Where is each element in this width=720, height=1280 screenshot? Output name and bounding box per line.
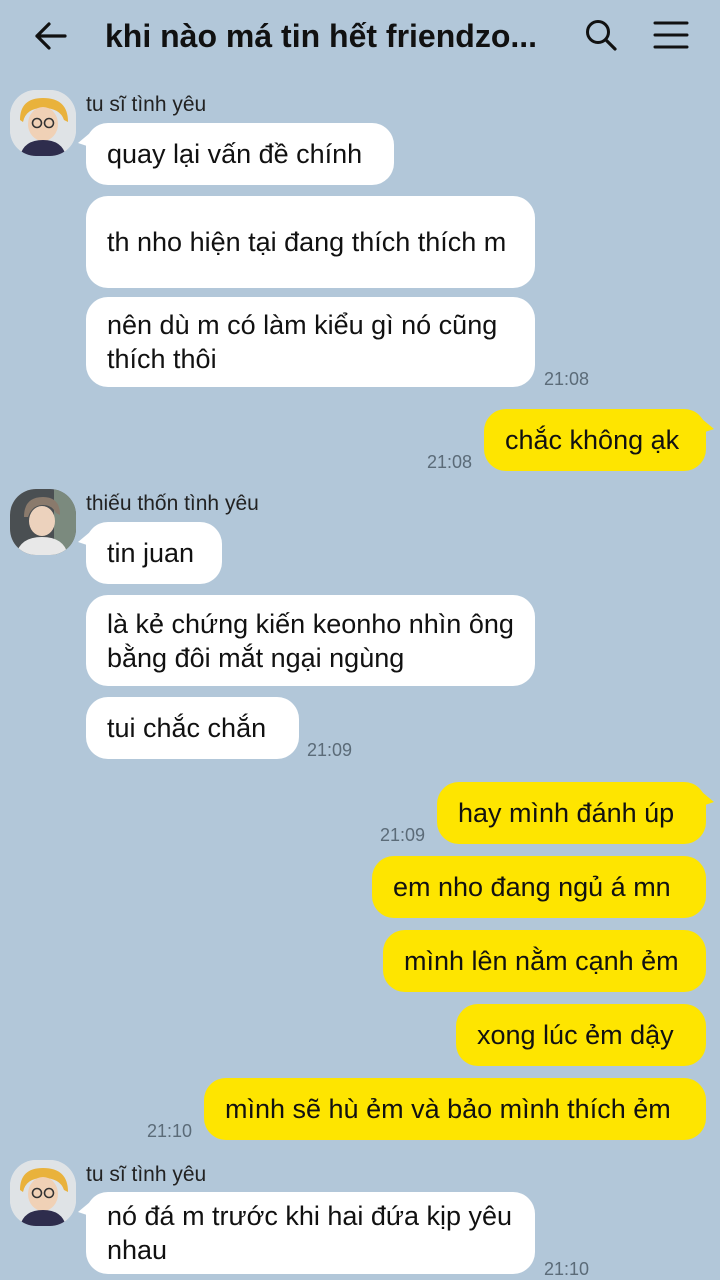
search-button[interactable]	[578, 12, 624, 58]
message-time: 21:10	[544, 1259, 590, 1279]
sender-name: thiếu thốn tình yêu	[86, 492, 259, 515]
person-avatar-icon	[10, 489, 76, 555]
message-bubble[interactable]: mình lên nằm cạnh ẻm	[383, 930, 706, 992]
message-bubble[interactable]: là kẻ chứng kiến keonho nhìn ông bằng đô…	[86, 595, 535, 686]
chat-header: khi nào má tin hết friendzo...	[0, 0, 720, 70]
sender-name: tu sĩ tình yêu	[86, 1163, 207, 1186]
message-time: 21:08	[544, 369, 590, 389]
avatar[interactable]	[10, 1160, 76, 1226]
hamburger-menu-icon	[653, 21, 689, 49]
message-bubble[interactable]: em nho đang ngủ á mn	[372, 856, 706, 918]
message-time: 21:09	[307, 740, 353, 760]
message-time: 21:10	[147, 1121, 193, 1141]
message-bubble[interactable]: tin juan	[78, 522, 222, 584]
message-bubble[interactable]: nên dù m có làm kiểu gì nó cũng thích th…	[86, 297, 535, 387]
back-button[interactable]	[28, 14, 72, 58]
sender-name: tu sĩ tình yêu	[86, 93, 207, 116]
message-bubble[interactable]: xong lúc ẻm dậy	[456, 1004, 706, 1066]
person-avatar-icon	[10, 1160, 76, 1226]
message-bubble[interactable]: chắc không ạk	[484, 409, 714, 471]
message-bubble[interactable]: tui chắc chắn	[86, 697, 299, 759]
message-time: 21:09	[380, 825, 426, 845]
message-bubble[interactable]: th nho hiện tại đang thích thích m	[86, 196, 535, 288]
avatar[interactable]	[10, 90, 76, 156]
message-bubble[interactable]: quay lại vấn đề chính	[78, 123, 394, 185]
avatar[interactable]	[10, 489, 76, 555]
message-bubble[interactable]: nó đá m trước khi hai đứa kịp yêu nhau	[78, 1192, 535, 1274]
search-icon	[586, 20, 617, 51]
message-bubble[interactable]: mình sẽ hù ẻm và bảo mình thích ẻm	[204, 1078, 706, 1140]
menu-button[interactable]	[648, 12, 694, 58]
arrow-left-icon	[35, 22, 67, 50]
person-avatar-icon	[10, 90, 76, 156]
chat-title: khi nào má tin hết friendzo...	[105, 18, 538, 54]
message-bubble[interactable]: hay mình đánh úp	[437, 782, 714, 844]
message-time: 21:08	[427, 452, 473, 472]
